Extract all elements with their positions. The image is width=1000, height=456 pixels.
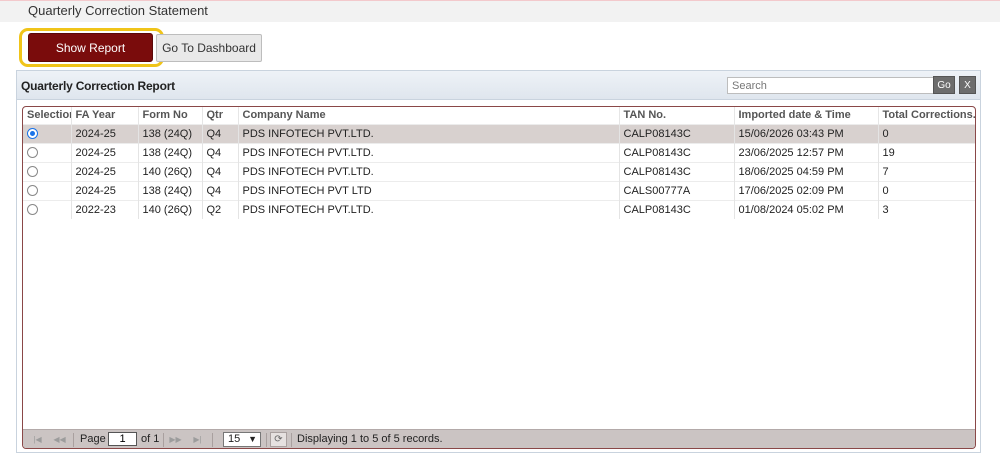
- row-select-radio[interactable]: [27, 147, 38, 159]
- refresh-icon[interactable]: ⟳: [270, 432, 287, 447]
- cell-imported-date: 23/06/2025 12:57 PM: [734, 142, 879, 162]
- table-header-row: Selection FA Year Form No Qtr Company Na…: [23, 107, 975, 124]
- cell-selection[interactable]: [23, 161, 72, 181]
- report-title: Quarterly Correction Report: [21, 79, 175, 93]
- cell-selection[interactable]: [23, 142, 72, 162]
- cell-imported-date: 17/06/2025 02:09 PM: [734, 180, 879, 200]
- cell-form-no: 140 (26Q): [138, 199, 203, 219]
- cell-imported-date: 18/06/2025 04:59 PM: [734, 161, 879, 181]
- report-panel-header: Quarterly Correction Report Go X: [17, 71, 980, 100]
- pager-separator: [266, 433, 267, 447]
- table-row[interactable]: 2024-25 138 (24Q) Q4 PDS INFOTECH PVT LTD CA…: [23, 180, 975, 200]
- cell-tan-no: CALP08143C: [619, 123, 735, 143]
- row-select-radio[interactable]: [27, 185, 38, 197]
- column-header-qtr[interactable]: Qtr: [202, 107, 239, 124]
- report-panel: Quarterly Correction Report Go X Selecti…: [16, 70, 981, 453]
- cell-tan-no: CALP08143C: [619, 142, 735, 162]
- cell-company-name: PDS INFOTECH PVT.LTD.: [238, 199, 620, 219]
- cell-imported-date: 15/06/2026 03:43 PM: [734, 123, 879, 143]
- cell-form-no: 140 (26Q): [138, 161, 203, 181]
- cell-tan-no: CALP08143C: [619, 199, 735, 219]
- cell-company-name: PDS INFOTECH PVT.LTD.: [238, 142, 620, 162]
- cell-qtr: Q4: [202, 123, 239, 143]
- table-row[interactable]: 2024-25 138 (24Q) Q4 PDS INFOTECH PVT.LTD. C…: [23, 142, 975, 162]
- pager-status: Displaying 1 to 5 of 5 records.: [297, 433, 443, 445]
- cell-company-name: PDS INFOTECH PVT.LTD.: [238, 161, 620, 181]
- prev-page-icon[interactable]: ◀◀: [53, 434, 66, 445]
- search-input[interactable]: [727, 77, 947, 94]
- cell-qtr: Q4: [202, 180, 239, 200]
- next-page-icon[interactable]: ▶▶: [169, 434, 182, 445]
- cell-fa-year: 2022-23: [71, 199, 139, 219]
- cell-form-no: 138 (24Q): [138, 142, 203, 162]
- pager-separator: [73, 433, 74, 447]
- page-label: Page: [80, 433, 106, 445]
- cell-selection[interactable]: [23, 180, 72, 200]
- cell-company-name: PDS INFOTECH PVT LTD: [238, 180, 620, 200]
- search-go-button[interactable]: Go: [933, 76, 955, 94]
- cell-qtr: Q4: [202, 161, 239, 181]
- cell-company-name: PDS INFOTECH PVT.LTD.: [238, 123, 620, 143]
- row-select-radio[interactable]: [27, 128, 38, 140]
- cell-selection[interactable]: [23, 199, 72, 219]
- row-select-radio[interactable]: [27, 204, 38, 216]
- title-bar: Quarterly Correction Statement: [0, 1, 1000, 22]
- cell-qtr: Q2: [202, 199, 239, 219]
- column-header-imported-date[interactable]: Imported date & Time: [734, 107, 879, 124]
- cell-imported-date: 01/08/2024 05:02 PM: [734, 199, 879, 219]
- cell-form-no: 138 (24Q): [138, 123, 203, 143]
- pager-separator: [291, 433, 292, 447]
- last-page-icon[interactable]: ▶|: [191, 434, 204, 445]
- table-row[interactable]: 2022-23 140 (26Q) Q2 PDS INFOTECH PVT.LTD. C…: [23, 199, 975, 219]
- cell-total-corrections: 19: [878, 142, 975, 162]
- column-header-selection[interactable]: Selection: [23, 107, 72, 124]
- cell-total-corrections: 3: [878, 199, 975, 219]
- report-table: Selection FA Year Form No Qtr Company Na…: [23, 107, 975, 219]
- table-row[interactable]: 2024-25 138 (24Q) Q4 PDS INFOTECH PVT.LTD. C…: [23, 123, 975, 143]
- cell-tan-no: CALP08143C: [619, 161, 735, 181]
- page-size-value: 15: [228, 433, 241, 445]
- pagination-bar: |◀ ◀◀ Page of 1 ▶▶ ▶| 15 ▼ ⟳ Displaying …: [23, 429, 975, 448]
- cell-tan-no: CALS00777A: [619, 180, 735, 200]
- cell-fa-year: 2024-25: [71, 161, 139, 181]
- cell-fa-year: 2024-25: [71, 123, 139, 143]
- search-clear-button[interactable]: X: [959, 76, 976, 94]
- page-number-input[interactable]: [108, 432, 137, 446]
- dropdown-arrow-icon: ▼: [248, 434, 257, 444]
- cell-total-corrections: 0: [878, 180, 975, 200]
- cell-fa-year: 2024-25: [71, 142, 139, 162]
- cell-selection[interactable]: [23, 123, 72, 143]
- cell-total-corrections: 0: [878, 123, 975, 143]
- column-header-total-corrections[interactable]: Total Corrections.: [878, 107, 975, 124]
- cell-form-no: 138 (24Q): [138, 180, 203, 200]
- show-report-button[interactable]: Show Report: [28, 33, 153, 62]
- go-to-dashboard-button[interactable]: Go To Dashboard: [156, 34, 262, 62]
- page-size-select[interactable]: 15 ▼: [223, 432, 261, 447]
- column-header-tan-no[interactable]: TAN No.: [619, 107, 735, 124]
- first-page-icon[interactable]: |◀: [31, 434, 44, 445]
- row-select-radio[interactable]: [27, 166, 38, 178]
- page-title: Quarterly Correction Statement: [28, 3, 208, 18]
- column-header-company-name[interactable]: Company Name: [238, 107, 620, 124]
- cell-fa-year: 2024-25: [71, 180, 139, 200]
- pager-separator: [212, 433, 213, 447]
- report-grid: Selection FA Year Form No Qtr Company Na…: [22, 106, 976, 449]
- pager-separator: [163, 433, 164, 447]
- cell-total-corrections: 7: [878, 161, 975, 181]
- column-header-fa-year[interactable]: FA Year: [71, 107, 139, 124]
- cell-qtr: Q4: [202, 142, 239, 162]
- page-of-label: of 1: [141, 433, 160, 445]
- column-header-form-no[interactable]: Form No: [138, 107, 203, 124]
- table-row[interactable]: 2024-25 140 (26Q) Q4 PDS INFOTECH PVT.LTD. C…: [23, 161, 975, 181]
